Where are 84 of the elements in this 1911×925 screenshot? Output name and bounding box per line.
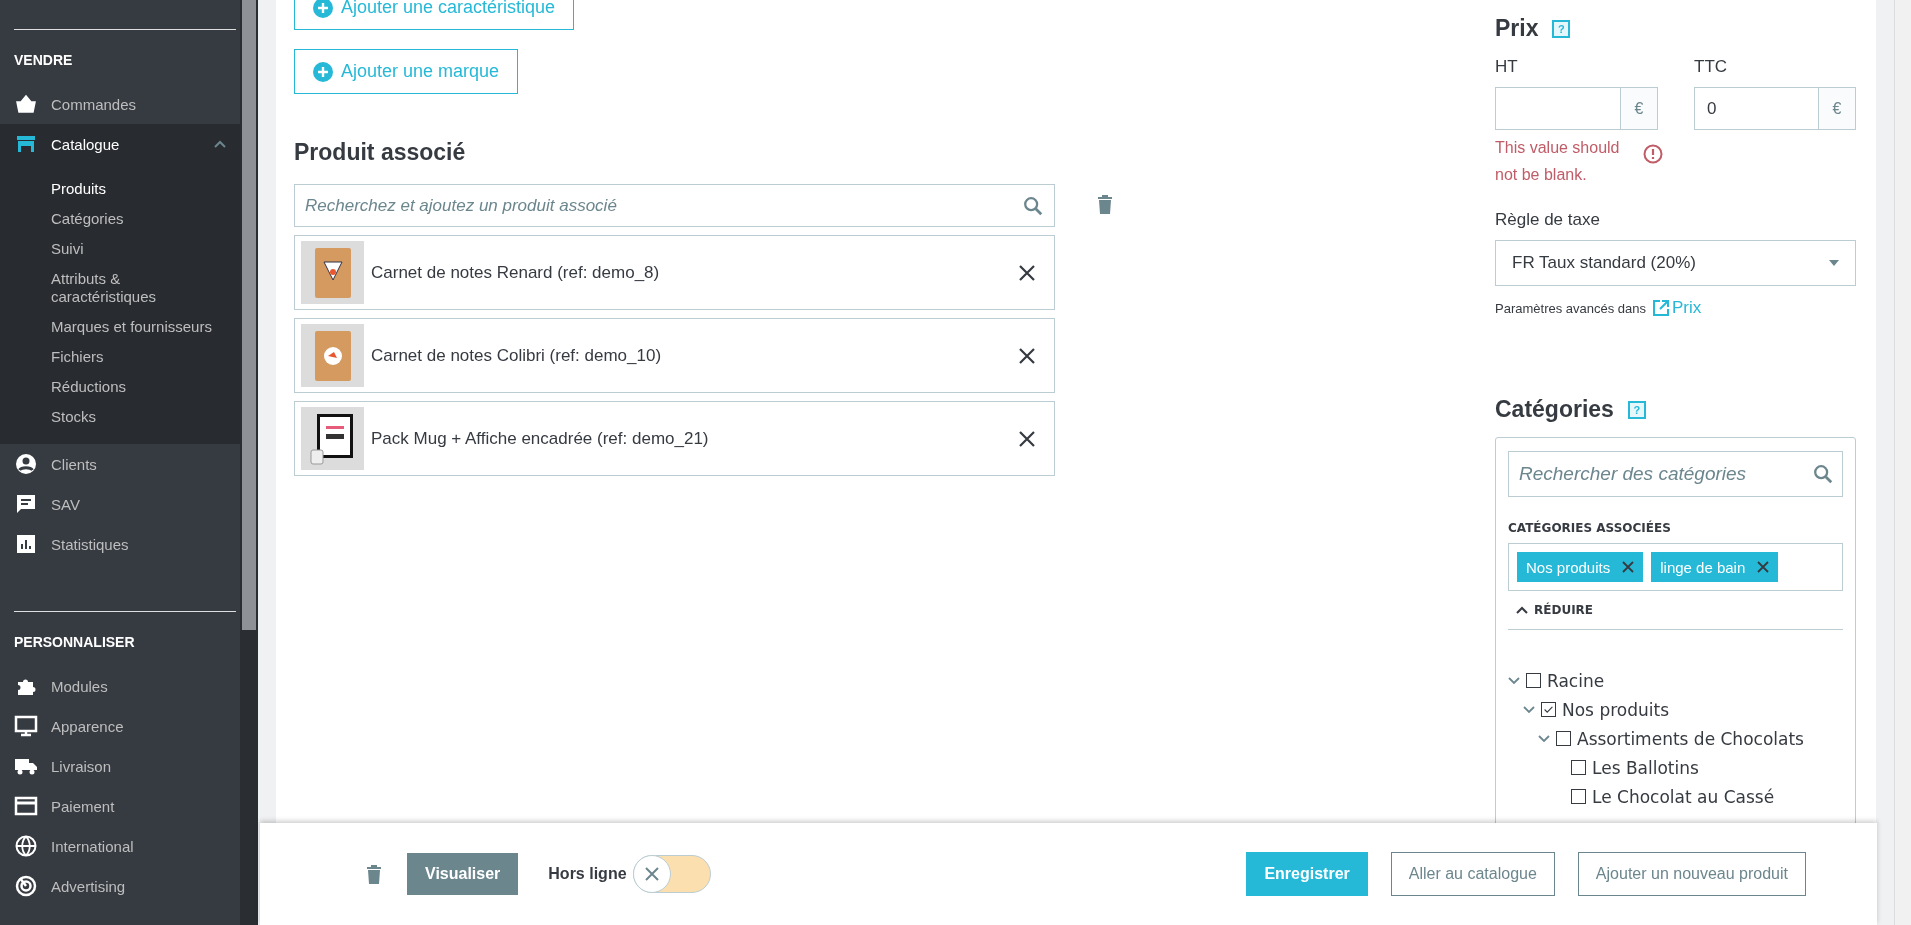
error-message: This value should not be blank. xyxy=(1495,138,1621,185)
menu-item[interactable]: Commandes xyxy=(0,84,240,124)
chevron-icon[interactable] xyxy=(1538,734,1550,743)
menu-item[interactable]: SAV xyxy=(0,484,240,524)
warning-icon xyxy=(1643,144,1663,164)
price-field[interactable]: 0 € xyxy=(1694,87,1856,130)
catalog-button[interactable]: Aller au catalogue xyxy=(1390,852,1555,896)
section-heading: Prix xyxy=(1495,15,1539,42)
section-title: VENDRE xyxy=(13,51,74,70)
submenu-item[interactable]: Produits xyxy=(0,174,221,204)
search-icon[interactable] xyxy=(1812,463,1834,485)
submenu-item[interactable]: Réductions xyxy=(0,372,221,402)
menu-item[interactable]: Advertising xyxy=(0,866,240,906)
category-label: Assortiments de Chocolats xyxy=(1577,728,1804,749)
subsection-title: CATÉGORIES ASSOCIÉES xyxy=(1508,521,1672,535)
product-name: Pack Mug + Affiche encadrée (ref: demo_21) xyxy=(371,428,710,449)
field-label: HT xyxy=(1495,57,1519,77)
caret-icon xyxy=(1829,260,1839,266)
collapse-button[interactable]: RÉDUIRE xyxy=(1508,591,1843,630)
basket-icon xyxy=(14,92,38,116)
checkbox[interactable] xyxy=(1541,702,1556,717)
status-label: Hors ligne xyxy=(548,865,627,883)
menu-item[interactable]: Clients xyxy=(0,444,240,484)
menu-item[interactable]: Catalogue xyxy=(0,124,240,164)
user-icon xyxy=(14,452,38,476)
submenu-item[interactable]: Suivi xyxy=(0,234,221,264)
chevron-up-icon xyxy=(1516,606,1528,614)
menu-item[interactable]: International xyxy=(0,826,240,866)
tax-dropdown[interactable]: FR Taux standard (20%) xyxy=(1495,240,1856,286)
section-heading: Produit associé xyxy=(294,139,467,166)
chevron-icon[interactable] xyxy=(214,140,226,148)
chat-icon xyxy=(14,492,38,516)
menu-item[interactable]: Paiement xyxy=(0,786,240,826)
close-icon xyxy=(643,866,660,882)
submenu-item[interactable]: Fichiers xyxy=(0,342,221,372)
menu-item[interactable]: Modules xyxy=(0,666,240,706)
checkbox[interactable] xyxy=(1526,673,1541,688)
menu-item[interactable]: Livraison xyxy=(0,746,240,786)
scrollbar[interactable] xyxy=(240,0,258,925)
price-field[interactable]: € xyxy=(1495,87,1658,130)
hint-text: Paramètres avancés dans xyxy=(1495,300,1647,316)
notebook-drawing xyxy=(314,247,351,298)
status-toggle[interactable] xyxy=(632,855,711,893)
field-label: TTC xyxy=(1694,57,1729,77)
notebook-drawing xyxy=(314,330,351,381)
remove-icon[interactable] xyxy=(1018,429,1036,448)
search-field[interactable]: Rechercher des catégories xyxy=(1508,451,1843,497)
remove-icon[interactable] xyxy=(1018,346,1036,365)
checkbox[interactable] xyxy=(1556,731,1571,746)
category-label: Racine xyxy=(1547,670,1605,691)
bar-chart-icon xyxy=(14,532,38,556)
checkbox[interactable] xyxy=(1571,789,1586,804)
chevron-icon[interactable] xyxy=(1523,705,1535,714)
category-label: Le Chocolat au Cassé xyxy=(1592,786,1775,807)
category-label: Nos produits xyxy=(1562,699,1669,720)
menu-item[interactable]: Statistiques xyxy=(0,524,240,564)
plus-circle-icon xyxy=(313,61,333,82)
remove-icon[interactable] xyxy=(1018,263,1036,282)
search-field[interactable]: Recherchez et ajoutez un produit associé xyxy=(294,184,1055,227)
menu-item[interactable]: Apparence xyxy=(0,706,240,746)
product-name: Carnet de notes Colibri (ref: demo_10) xyxy=(371,345,663,366)
preview-button[interactable]: Visualiser xyxy=(407,853,519,895)
remove-icon[interactable] xyxy=(1622,561,1635,573)
search-icon[interactable] xyxy=(1022,194,1044,217)
submenu-item[interactable]: Attributs & caractéristiques xyxy=(0,264,221,312)
section-title: PERSONNALISER xyxy=(13,633,136,652)
checkbox[interactable] xyxy=(1571,760,1586,775)
submenu-item[interactable]: Stocks xyxy=(0,402,221,432)
field-label: Règle de taxe xyxy=(1495,210,1601,230)
new-product-button[interactable]: Ajouter un nouveau produit xyxy=(1577,852,1806,896)
target-icon xyxy=(14,874,38,898)
remove-icon[interactable] xyxy=(1757,561,1770,573)
category-label: Les Ballotins xyxy=(1592,757,1699,778)
trash-icon[interactable] xyxy=(366,864,382,884)
monitor-icon xyxy=(14,714,38,738)
card-icon xyxy=(14,794,38,818)
external-link-icon xyxy=(1652,299,1671,317)
product-name: Carnet de notes Renard (ref: demo_8) xyxy=(371,262,661,283)
section-heading: Catégories xyxy=(1495,396,1614,423)
submenu-item[interactable]: Marques et fournisseurs xyxy=(0,312,221,342)
trash-icon[interactable] xyxy=(1097,194,1113,214)
chevron-icon[interactable] xyxy=(1508,676,1520,685)
globe-icon xyxy=(14,834,38,858)
submenu-item[interactable]: Catégories xyxy=(0,204,221,234)
